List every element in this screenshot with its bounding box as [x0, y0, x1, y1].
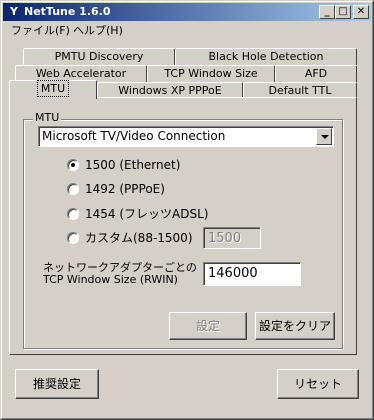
radio-label: 1500 (Ethernet): [85, 158, 181, 172]
tab-label: Web Accelerator: [35, 67, 127, 80]
clear-settings-button[interactable]: 設定をクリア: [255, 312, 335, 340]
tab-label: Default TTL: [268, 84, 332, 97]
tab-mtu[interactable]: MTU: [9, 80, 97, 99]
tab-afd[interactable]: AFD: [275, 65, 357, 82]
radio-selected-dot: [71, 163, 75, 167]
radio-label: 1492 (PPPoE): [85, 182, 165, 196]
rwin-input[interactable]: 146000: [203, 262, 301, 286]
radio-label: 1454 (フレッツADSL): [85, 207, 209, 221]
adapter-select-value: Microsoft TV/Video Connection: [42, 129, 226, 143]
tab-pmtu-discovery[interactable]: PMTU Discovery: [23, 48, 175, 65]
custom-mtu-value: 1500: [208, 231, 242, 246]
menu-bar: ファイル(F) ヘルプ(H): [3, 22, 371, 40]
tab-label: Black Hole Detection: [208, 50, 324, 63]
custom-mtu-input[interactable]: 1500: [203, 227, 261, 249]
minimize-button[interactable]: _: [319, 5, 335, 19]
recommended-settings-button[interactable]: 推奨設定: [15, 369, 99, 399]
menu-file[interactable]: ファイル(F): [11, 24, 70, 38]
radio-button[interactable]: [67, 159, 79, 171]
close-button[interactable]: ✕: [353, 5, 369, 19]
maximize-button[interactable]: □: [335, 5, 351, 19]
chevron-down-icon: [321, 135, 329, 139]
tab-label: MTU: [36, 80, 70, 97]
radio-button[interactable]: [67, 208, 79, 220]
tab-tcp-window-size[interactable]: TCP Window Size: [147, 65, 275, 82]
radio-button[interactable]: [67, 232, 79, 244]
rwin-label-line2: TCP Window Size (RWIN): [43, 273, 178, 286]
radio-label: カスタム(88-1500): [85, 231, 193, 245]
tab-label: AFD: [304, 67, 328, 80]
tab-black-hole-detection[interactable]: Black Hole Detection: [175, 48, 357, 65]
apply-button[interactable]: 設定: [169, 312, 247, 340]
dropdown-button[interactable]: [316, 128, 332, 145]
rwin-value: 146000: [208, 266, 258, 281]
tab-label: PMTU Discovery: [54, 50, 144, 63]
tab-label: Windows XP PPPoE: [118, 84, 222, 97]
app-icon: Y: [10, 5, 18, 18]
tab-label: TCP Window Size: [164, 67, 258, 80]
rwin-label: ネットワークアダプターごとの TCP Window Size (RWIN): [43, 262, 197, 286]
mtu-group-label: MTU: [33, 111, 62, 125]
title-bar[interactable]: Y NetTune 1.6.0 _ □ ✕: [3, 3, 371, 21]
reset-button[interactable]: リセット: [277, 369, 359, 399]
adapter-select[interactable]: Microsoft TV/Video Connection: [38, 126, 334, 147]
radio-button[interactable]: [67, 183, 79, 195]
window-title: NetTune 1.6.0: [24, 5, 111, 18]
menu-help[interactable]: ヘルプ(H): [73, 24, 123, 38]
main-window: Y NetTune 1.6.0 _ □ ✕ ファイル(F) ヘルプ(H) PMT…: [0, 0, 374, 420]
